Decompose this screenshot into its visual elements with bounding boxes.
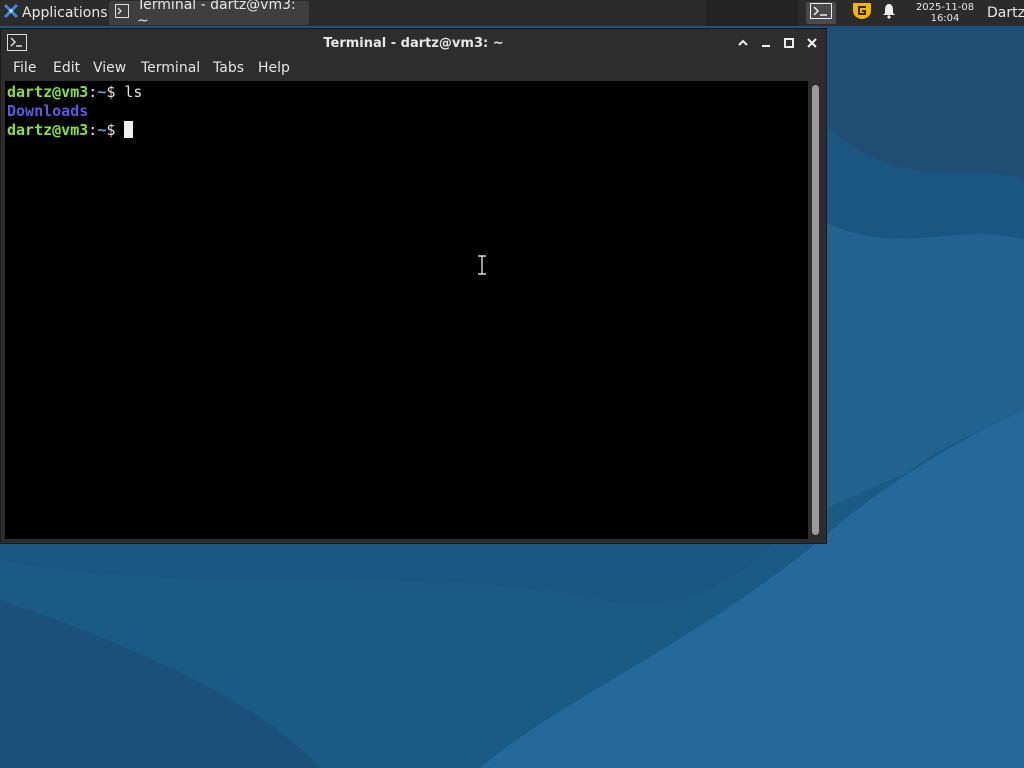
taskbar-title: Terminal - dartz@vm3: ~ <box>137 0 296 29</box>
prompt-path: ~ <box>97 121 107 139</box>
g-shield-icon <box>852 2 872 24</box>
directory-entry: Downloads <box>7 102 89 120</box>
panel-empty-slot <box>706 0 798 26</box>
window-titlebar[interactable]: Terminal - dartz@vm3: ~ <box>1 29 826 57</box>
scrollbar-thumb[interactable] <box>812 85 819 535</box>
apps-logo-icon <box>3 3 19 23</box>
tray-terminal-button[interactable] <box>806 2 836 24</box>
window-menubar: File Edit View Terminal Tabs Help <box>1 58 826 80</box>
prompt-symbol: $ <box>106 83 125 101</box>
clock-time: 16:04 <box>930 13 960 24</box>
prompt-separator: : <box>88 83 98 101</box>
menu-view[interactable]: View <box>93 60 126 76</box>
menu-file[interactable]: File <box>13 60 36 76</box>
menu-tabs[interactable]: Tabs <box>213 60 244 76</box>
user-menu[interactable]: Dartz <box>987 0 1024 26</box>
maximize-icon <box>784 38 794 48</box>
clock-date: 2025-11-08 <box>915 2 975 13</box>
terminal-window: Terminal - dartz@vm3: ~ File Edit View T… <box>0 28 827 544</box>
applications-label: Applications <box>22 5 108 21</box>
notifications-button[interactable] <box>882 0 896 26</box>
tray-g-shield-button[interactable] <box>852 0 872 26</box>
shade-button[interactable] <box>735 35 751 51</box>
terminal-icon <box>115 4 129 22</box>
prompt-path: ~ <box>97 83 107 101</box>
menu-terminal[interactable]: Terminal <box>141 60 200 76</box>
command-text: ls <box>124 83 143 101</box>
clock[interactable]: 2025-11-08 16:04 <box>910 0 980 26</box>
bell-icon <box>882 3 896 23</box>
taskbar-terminal-button[interactable]: Terminal - dartz@vm3: ~ <box>109 0 309 29</box>
terminal-line: dartz@vm3:~$ <box>7 121 134 140</box>
terminal-line: Downloads <box>7 102 88 121</box>
close-button[interactable] <box>804 35 820 51</box>
top-panel: Applications ≡ Terminal - dartz@vm3: ~ <box>0 0 1024 29</box>
terminal-icon <box>810 3 832 23</box>
shade-icon <box>738 39 748 46</box>
maximize-button[interactable] <box>781 35 797 51</box>
window-title: Terminal - dartz@vm3: ~ <box>323 36 504 51</box>
prompt-symbol: $ <box>106 121 125 139</box>
terminal-line: dartz@vm3:~$ ls <box>7 83 142 102</box>
close-icon <box>807 38 817 48</box>
text-cursor <box>124 121 134 138</box>
prompt-user: dartz@vm3 <box>7 83 89 101</box>
menu-help[interactable]: Help <box>258 60 290 76</box>
ibeam-cursor-icon <box>477 254 487 279</box>
minimize-icon <box>762 45 770 47</box>
prompt-separator: : <box>88 121 98 139</box>
menu-edit[interactable]: Edit <box>53 60 80 76</box>
prompt-user: dartz@vm3 <box>7 121 89 139</box>
scrollbar[interactable] <box>810 81 822 539</box>
terminal-output[interactable]: dartz@vm3:~$ ls Downloads dartz@vm3:~$ <box>5 81 808 539</box>
minimize-button[interactable] <box>758 35 774 51</box>
applications-menu[interactable]: Applications ≡ <box>0 0 121 26</box>
